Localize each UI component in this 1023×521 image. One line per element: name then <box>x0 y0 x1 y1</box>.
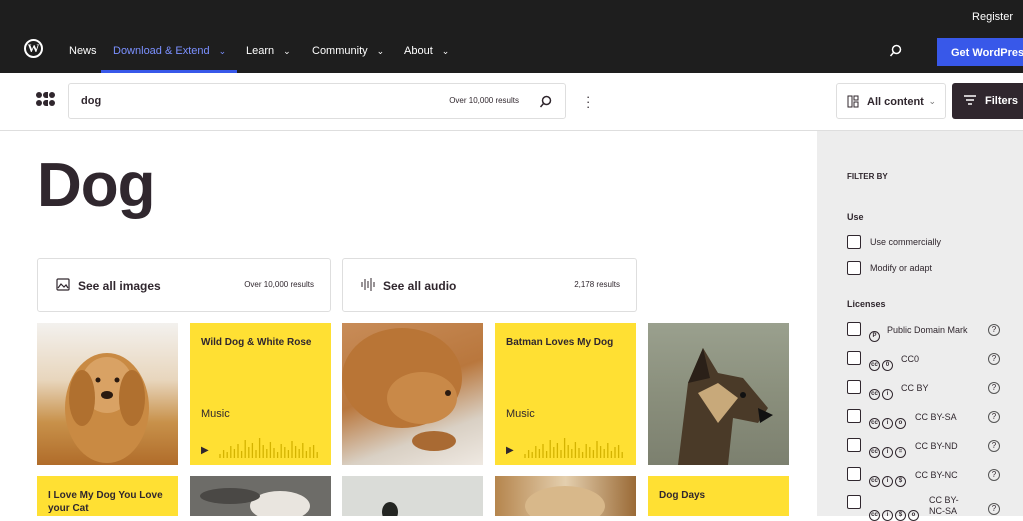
checkbox-label: Use commercially <box>870 237 942 247</box>
audio-result[interactable]: I Love My Dog You Love your Cat <box>37 476 178 516</box>
use-heading: Use <box>847 212 864 222</box>
cc-by-license-icon: cc i <box>869 382 895 400</box>
wp-admin-bar: Register <box>0 0 1023 30</box>
search-icon[interactable] <box>889 44 903 58</box>
checkbox-cc0[interactable] <box>847 351 861 365</box>
license-label: CC BY-NC <box>915 470 958 480</box>
image-result-golden-retriever[interactable] <box>37 323 178 465</box>
nav-about[interactable]: About ⌄ <box>404 45 449 57</box>
play-icon[interactable]: ▶ <box>201 445 209 456</box>
filter-icon <box>964 95 976 105</box>
audio-title: I Love My Dog You Love your Cat <box>48 490 163 514</box>
help-icon[interactable]: ? <box>988 440 1000 452</box>
help-icon[interactable]: ? <box>988 324 1000 336</box>
audio-category: Music <box>201 408 230 420</box>
license-label: CC BY-ND <box>915 441 958 451</box>
content-type-select[interactable]: All content ⌄ <box>836 83 946 119</box>
checkbox-cc-by-nc[interactable] <box>847 467 861 481</box>
cc-by-sa-license-icon: cc i o <box>869 411 908 429</box>
wp-global-nav: W News Download & Extend ⌄ Learn ⌄ Communi… <box>0 30 1023 73</box>
image-result-african-wild-dog[interactable] <box>648 323 789 465</box>
see-all-images-card[interactable]: See all images Over 10,000 results <box>37 258 331 312</box>
chevron-down-icon: ⌄ <box>218 46 227 56</box>
licenses-heading: Licenses <box>847 299 886 309</box>
chevron-down-icon: ⌄ <box>441 46 450 56</box>
openverse-header: dog Over 10,000 results · · · All content … <box>0 73 1023 131</box>
wordpress-logo-icon[interactable]: W <box>24 39 43 58</box>
dog-photo <box>65 353 149 463</box>
cc-by-nc-sa-license-icon: cc i $ o <box>869 503 921 521</box>
checkbox-cc-by-nd[interactable] <box>847 438 861 452</box>
cc-by-nd-license-icon: cc i = <box>869 440 908 458</box>
register-link[interactable]: Register <box>972 11 1013 23</box>
license-label: CC0 <box>901 354 920 364</box>
filter-by-title: FILTER BY <box>847 172 888 181</box>
checkbox-cc-by-sa[interactable] <box>847 409 861 423</box>
search-bar[interactable]: dog Over 10,000 results <box>68 83 566 119</box>
dog-photo <box>342 328 462 451</box>
openverse-logo-icon[interactable] <box>36 92 56 112</box>
image-result-dog[interactable] <box>190 476 331 516</box>
image-icon <box>56 278 70 291</box>
nav-news[interactable]: News <box>69 45 97 57</box>
content-type-icon <box>847 95 859 108</box>
pdm-license-icon: P <box>869 324 882 342</box>
cc-by-nc-license-icon: cc i $ <box>869 469 908 487</box>
waveform-icon <box>524 438 623 458</box>
nav-learn[interactable]: Learn ⌄ <box>246 45 291 57</box>
dog-photo <box>678 348 773 465</box>
dog-photo <box>382 502 398 516</box>
license-label: Public Domain Mark <box>887 325 968 335</box>
audio-title: Wild Dog & White Rose <box>201 337 312 348</box>
audio-title: Batman Loves My Dog <box>506 337 614 348</box>
dog-photo <box>200 488 310 516</box>
page-title: Dog <box>37 151 156 220</box>
audio-category: Music <box>506 408 535 420</box>
search-icon[interactable] <box>539 95 553 109</box>
audio-result[interactable]: Dog Days <box>648 476 789 516</box>
checkbox-cc-by[interactable] <box>847 380 861 394</box>
get-wordpress-button[interactable]: Get WordPress <box>937 38 1023 66</box>
checkbox-modify-adapt[interactable] <box>847 261 861 275</box>
chevron-down-icon: ⌄ <box>283 46 291 56</box>
image-result-dog[interactable] <box>495 476 636 516</box>
audio-result[interactable]: Batman Loves My Dog Music ▶ <box>495 323 636 465</box>
cc0-license-icon: cc 0 <box>869 353 895 371</box>
dog-photo <box>525 486 605 516</box>
license-label: CC BY <box>901 383 929 393</box>
image-result-lying-dog[interactable] <box>342 323 483 465</box>
search-result-count: Over 10,000 results <box>449 96 519 105</box>
nav-download-extend[interactable]: Download & Extend ⌄ <box>113 45 226 57</box>
license-label: CC BY-NC-SA <box>929 495 959 516</box>
filters-button[interactable]: Filters <box>952 83 1023 119</box>
audio-wave-icon <box>361 278 375 291</box>
chevron-down-icon: ⌄ <box>928 96 936 106</box>
chevron-down-icon: ⌄ <box>376 46 385 56</box>
image-result-dog[interactable] <box>342 476 483 516</box>
more-options-icon[interactable]: · · · <box>586 90 590 113</box>
help-icon[interactable]: ? <box>988 382 1000 394</box>
waveform-icon <box>219 438 318 458</box>
nav-community[interactable]: Community ⌄ <box>312 45 384 57</box>
search-input[interactable]: dog <box>81 95 101 107</box>
checkbox-public-domain-mark[interactable] <box>847 322 861 336</box>
license-label: CC BY-SA <box>915 412 957 422</box>
audio-title: Dog Days <box>659 490 706 501</box>
checkbox-use-commercially[interactable] <box>847 235 861 249</box>
help-icon[interactable]: ? <box>988 353 1000 365</box>
see-all-audio-card[interactable]: See all audio 2,178 results <box>342 258 637 312</box>
filter-sidebar: FILTER BY Use Use commercially Modify or… <box>817 131 1023 521</box>
play-icon[interactable]: ▶ <box>506 445 514 456</box>
audio-result[interactable]: Wild Dog & White Rose Music ▶ <box>190 323 331 465</box>
help-icon[interactable]: ? <box>988 411 1000 423</box>
help-icon[interactable]: ? <box>988 503 1000 515</box>
help-icon[interactable]: ? <box>988 469 1000 481</box>
checkbox-label: Modify or adapt <box>870 263 933 273</box>
checkbox-cc-by-nc-sa[interactable] <box>847 495 861 509</box>
